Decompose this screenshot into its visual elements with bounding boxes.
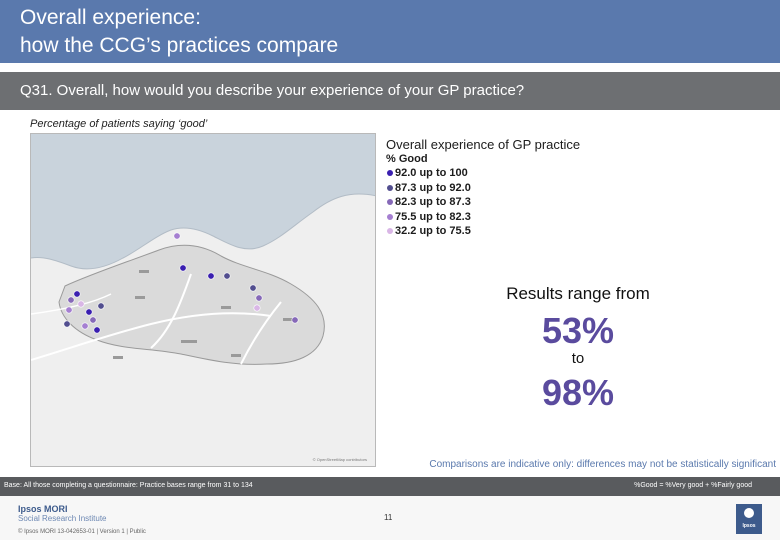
place-label-mark (231, 354, 241, 357)
legend-swatch-icon (387, 199, 393, 206)
legend-item: 32.2 up to 75.5 (386, 224, 580, 239)
map-graphic (31, 134, 375, 466)
ipsos-logo-icon: Ipsos (736, 504, 762, 534)
brand-logo: Ipsos MORI Social Research Institute (18, 504, 107, 524)
legend-subtitle: % Good (386, 153, 428, 165)
legend-label: 87.3 up to 92.0 (395, 181, 471, 194)
legend-item: 82.3 up to 87.3 (386, 195, 580, 210)
legend-title: Overall experience of GP practice (386, 137, 581, 152)
practice-map[interactable]: © OpenStreetMap contributors (30, 133, 376, 467)
practice-marker[interactable] (73, 290, 81, 298)
place-label-mark (135, 296, 145, 299)
practice-marker[interactable] (207, 272, 215, 280)
chart-subtitle: Percentage of patients saying ‘good’ (30, 118, 208, 130)
place-label-mark (139, 270, 149, 273)
base-band: Base: All those completing a questionnai… (0, 477, 780, 496)
practice-marker[interactable] (93, 326, 101, 334)
page-number: 11 (384, 513, 393, 522)
brand-name: Ipsos MORI (18, 504, 68, 514)
practice-marker[interactable] (223, 272, 231, 280)
question-band: Q31. Overall, how would you describe you… (0, 72, 780, 110)
place-label-mark (221, 306, 231, 309)
results-connector: to (571, 350, 585, 367)
practice-marker[interactable] (253, 304, 261, 312)
slide-title-line-1: Overall experience: (20, 6, 201, 29)
logo-text: Ipsos (742, 523, 756, 529)
place-label-mark (283, 318, 293, 321)
place-label-mark (113, 356, 123, 359)
slide-title-line-2: how the CCG’s practices compare (20, 34, 339, 57)
legend-swatch-icon (387, 170, 393, 177)
practice-marker[interactable] (65, 306, 73, 314)
legend-swatch-icon (387, 184, 393, 191)
practice-marker[interactable] (89, 316, 97, 324)
practice-marker[interactable] (63, 320, 71, 328)
practice-marker[interactable] (97, 302, 105, 310)
brand-institute: Social Research Institute (18, 514, 107, 523)
base-note: Base: All those completing a questionnai… (4, 482, 253, 489)
legend-swatch-icon (387, 213, 393, 220)
map-legend: Overall experience of GP practice % Good… (386, 137, 580, 239)
comparison-note: Comparisons are indicative only: differe… (429, 459, 776, 470)
practice-marker[interactable] (291, 316, 299, 324)
legend-swatch-icon (387, 228, 393, 235)
logo-mark-icon (744, 508, 754, 518)
good-definition: %Good = %Very good + %Fairly good (634, 482, 752, 489)
practice-marker[interactable] (81, 322, 89, 330)
legend-item: 75.5 up to 82.3 (386, 210, 580, 225)
results-min-value: 53% (541, 310, 615, 351)
legend-item: 92.0 up to 100 (386, 166, 580, 181)
practice-marker[interactable] (173, 232, 181, 240)
legend-label: 82.3 up to 87.3 (395, 196, 471, 209)
place-label-mark (181, 340, 197, 343)
results-max-value: 98% (541, 372, 615, 413)
practice-marker[interactable] (179, 264, 187, 272)
title-band: Overall experience: how the CCG’s practi… (0, 0, 780, 63)
practice-marker[interactable] (67, 296, 75, 304)
results-intro: Results range from (506, 284, 650, 303)
legend-item: 87.3 up to 92.0 (386, 181, 580, 196)
legend-label: 75.5 up to 82.3 (395, 210, 471, 223)
practice-marker[interactable] (255, 294, 263, 302)
legend-label: 92.0 up to 100 (395, 167, 468, 180)
map-credit: © OpenStreetMap contributors (312, 457, 367, 462)
practice-marker[interactable] (249, 284, 257, 292)
practice-marker[interactable] (77, 300, 85, 308)
footer: Ipsos MORI Social Research Institute © I… (0, 496, 780, 540)
copyright: © Ipsos MORI 13-042653-01 | Version 1 | … (18, 529, 146, 535)
practice-marker[interactable] (85, 308, 93, 316)
legend-label: 32.2 up to 75.5 (395, 225, 471, 238)
question-text: Q31. Overall, how would you describe you… (20, 82, 525, 99)
